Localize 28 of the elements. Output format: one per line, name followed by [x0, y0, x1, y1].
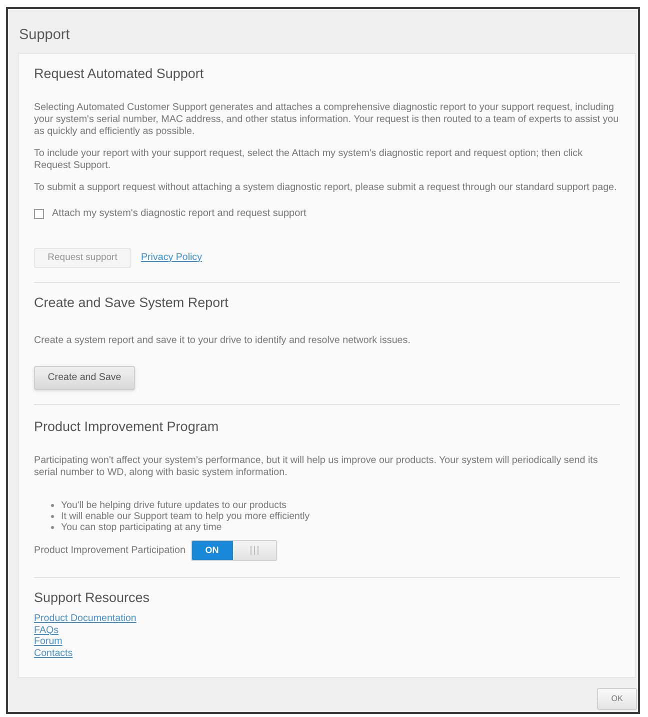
list-item: It will enable our Support team to help you more efficiently	[61, 511, 310, 522]
grip-icon	[250, 546, 258, 555]
section-heading: Support Resources	[34, 589, 150, 607]
description-text: Selecting Automated Customer Support generates and attaches a comprehensive diagnostic report to your support request, including your system's serial number, MAC address, and other status information. Your request is then routed to a team of experts to assist you as quickly and efficiently as possible.	[34, 102, 620, 138]
create-save-button[interactable]: Create and Save	[34, 366, 135, 390]
list-item: You can stop participating at any time	[61, 522, 222, 533]
section-heading: Create and Save System Report	[34, 294, 228, 312]
list-item: You'll be helping drive future updates to our products	[61, 500, 287, 511]
checkbox[interactable]	[34, 209, 44, 219]
resource-link[interactable]: Forum	[34, 636, 62, 648]
resource-link[interactable]: FAQs	[34, 624, 58, 636]
policy-link[interactable]: Privacy Policy	[141, 250, 202, 266]
bullet-icon	[51, 526, 54, 529]
resource-link[interactable]: Product Documentation	[34, 613, 136, 624]
description-text: To include your report with your support request, select the Attach my system's diagnostic report and request option; then click Request Support.	[34, 148, 584, 172]
dialog-title: Support	[19, 26, 70, 44]
section-heading: Request Automated Support	[34, 65, 204, 83]
toggle-label: Product Improvement Participation	[34, 544, 186, 556]
checkbox-label: Attach my system's diagnostic report and request support	[52, 208, 306, 220]
description-text: Create a system report and save it to your drive to identify and resolve network issues.	[34, 335, 412, 347]
resource-link[interactable]: Contacts	[34, 648, 73, 659]
toggle-switch[interactable]: ON	[190, 540, 276, 561]
bullet-icon	[51, 504, 54, 507]
section-heading: Product Improvement Program	[34, 418, 219, 436]
bullet-icon	[51, 515, 54, 518]
description-text: To submit a support request without attaching a system diagnostic report, please submit a request through our standard support page.	[34, 182, 618, 194]
ok-button[interactable]: OK	[597, 688, 637, 710]
description-text: Participating won't affect your system's performance, but it will help us improve our products. Your system will periodically send its serial number to WD, along with basic system information.	[34, 455, 599, 479]
